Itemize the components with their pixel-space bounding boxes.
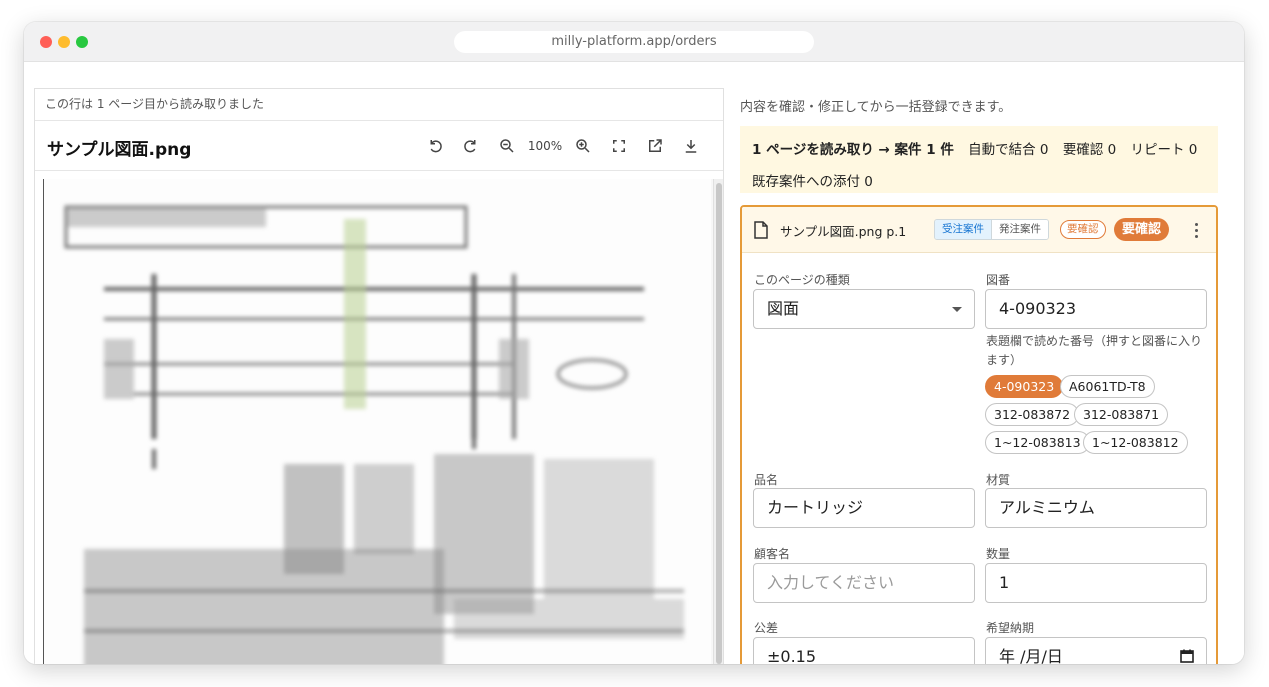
drawing-no-input[interactable]: 4-090323 [985, 289, 1207, 329]
drawing-no-hint: 表題欄で読めた番号（押すと図番に入ります） [986, 334, 1203, 367]
browser-window: milly-platform.app/orders この行は 1 ページ目から読… [24, 22, 1244, 664]
zoom-level: 100% [527, 139, 563, 153]
candidate-chip[interactable]: 312-083872 [985, 403, 1080, 426]
zoom-out-icon[interactable] [489, 135, 525, 157]
download-icon[interactable] [673, 135, 709, 157]
form-intro-text: 内容を確認・修正してから一括登録できます。 [740, 100, 1012, 115]
candidate-chip[interactable]: A6061TD-T8 [1060, 375, 1155, 398]
customer-input[interactable]: 入力してください [753, 563, 975, 603]
drawing-viewer-panel: この行は 1 ページ目から読み取りました サンプル図面.png 100% [34, 88, 724, 664]
summary-auto-merge: 自動で結合 0 [968, 142, 1049, 158]
order-form-panel: 内容を確認・修正してから一括登録できます。 1 ページを読み取り → 案件 1 … [740, 88, 1218, 664]
maximize-window-button[interactable] [76, 36, 88, 48]
toggle-received-order[interactable]: 受注案件 [935, 220, 992, 239]
order-card: サンプル図面.png p.1 受注案件 発注案件 要確認 要確認 このページの種… [740, 205, 1218, 664]
file-icon [754, 221, 768, 239]
customer-label: 顧客名 [754, 547, 791, 561]
product-name-label: 品名 [754, 473, 779, 487]
tolerance-label: 公差 [754, 621, 779, 635]
order-card-header: サンプル図面.png p.1 受注案件 発注案件 要確認 要確認 [742, 207, 1216, 253]
quantity-input[interactable]: 1 [985, 563, 1207, 603]
zoom-in-icon[interactable] [565, 135, 601, 157]
browser-titlebar: milly-platform.app/orders [24, 22, 1244, 62]
more-options-icon[interactable] [1188, 219, 1204, 241]
material-label: 材質 [986, 473, 1011, 487]
viewer-scrollbar[interactable] [713, 179, 723, 664]
candidate-chip[interactable]: 4-090323 [985, 375, 1064, 398]
product-name-input[interactable]: カートリッジ [753, 488, 975, 528]
summary-lead: 1 ページを読み取り → 案件 1 件 [752, 142, 954, 158]
dropdown-arrow-icon [952, 307, 962, 312]
page-type-select[interactable]: 図面 [753, 289, 975, 329]
toggle-placed-order[interactable]: 発注案件 [992, 220, 1048, 239]
due-date-input[interactable]: 年 /月/日 [985, 637, 1207, 664]
material-input[interactable]: アルミニウム [985, 488, 1207, 528]
fit-screen-icon[interactable] [601, 135, 637, 157]
needs-check-badge: 要確認 [1060, 220, 1106, 239]
close-window-button[interactable] [40, 36, 52, 48]
blurred-drawing-graphic [64, 205, 684, 664]
minimize-window-button[interactable] [58, 36, 70, 48]
viewer-toolbar: サンプル図面.png 100% [35, 121, 723, 171]
candidate-chip[interactable]: 1~12-083812 [1083, 431, 1188, 454]
candidate-chip[interactable]: 1~12-083813 [985, 431, 1090, 454]
source-page-note: この行は 1 ページ目から読み取りました [35, 89, 723, 121]
rotate-left-icon[interactable] [417, 135, 453, 157]
summary-attach-existing: 既存案件への添付 0 [752, 174, 873, 190]
drawing-canvas[interactable] [43, 179, 723, 664]
calendar-icon[interactable] [1180, 649, 1194, 663]
candidate-chip[interactable]: 312-083871 [1074, 403, 1169, 426]
page-type-value: 図面 [767, 299, 800, 318]
viewer-scroll-thumb[interactable] [716, 183, 722, 664]
drawing-no-label: 図番 [986, 273, 1011, 287]
viewer-file-title: サンプル図面.png [47, 140, 192, 160]
quantity-label: 数量 [986, 547, 1011, 561]
needs-check-button[interactable]: 要確認 [1114, 218, 1170, 241]
read-summary-box: 1 ページを読み取り → 案件 1 件 自動で結合 0 要確認 0 リピート 0… [740, 126, 1218, 193]
summary-needs-check: 要確認 0 [1062, 142, 1117, 158]
drawing-image [43, 179, 711, 664]
card-file-page: サンプル図面.png p.1 [780, 224, 907, 239]
page-content: この行は 1 ページ目から読み取りました サンプル図面.png 100% 内容を… [24, 62, 1244, 664]
address-bar[interactable]: milly-platform.app/orders [454, 31, 814, 53]
rotate-right-icon[interactable] [453, 135, 489, 157]
summary-repeat: リピート 0 [1130, 142, 1198, 158]
tolerance-input[interactable]: ±0.15 [753, 637, 975, 664]
order-type-toggle: 受注案件 発注案件 [934, 219, 1049, 240]
due-date-label: 希望納期 [986, 621, 1035, 635]
due-date-value: 年 /月/日 [999, 647, 1063, 664]
open-new-window-icon[interactable] [637, 135, 673, 157]
page-type-label: このページの種類 [754, 273, 850, 287]
